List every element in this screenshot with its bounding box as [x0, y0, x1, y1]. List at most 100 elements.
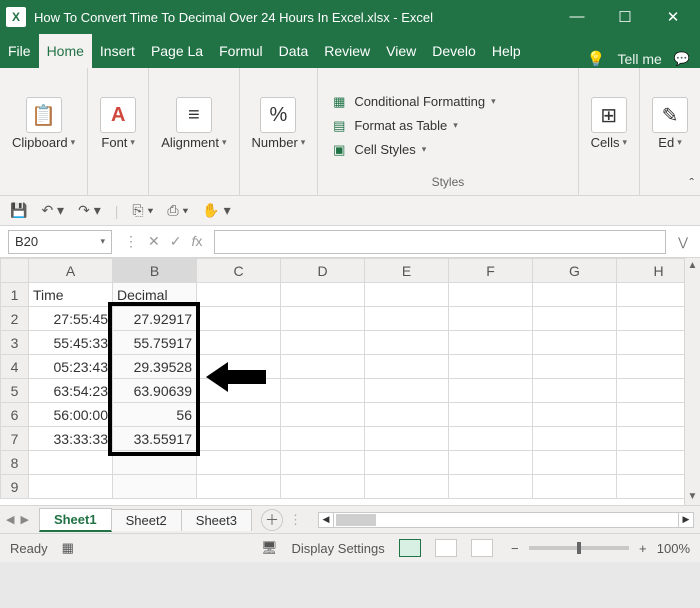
cell[interactable] [281, 451, 365, 475]
cell[interactable] [197, 427, 281, 451]
minimize-button[interactable]: — [562, 8, 592, 26]
col-header-g[interactable]: G [533, 259, 617, 283]
display-settings-icon[interactable]: 🖥 [261, 540, 278, 556]
cell[interactable] [449, 379, 533, 403]
cell[interactable] [449, 475, 533, 499]
cell[interactable] [365, 403, 449, 427]
cell[interactable] [197, 283, 281, 307]
cell[interactable] [113, 451, 197, 475]
tab-formulas[interactable]: Formul [211, 34, 271, 68]
cell[interactable] [533, 427, 617, 451]
cell[interactable] [533, 451, 617, 475]
cell[interactable] [197, 403, 281, 427]
cell[interactable]: 55.75917 [113, 331, 197, 355]
accept-formula-icon[interactable]: ✓ [170, 233, 182, 250]
cell[interactable] [29, 451, 113, 475]
name-box[interactable]: B20 ▾ [8, 230, 112, 254]
row-header[interactable]: 2 [1, 307, 29, 331]
cell[interactable] [365, 283, 449, 307]
cell[interactable]: 27:55:45 [29, 307, 113, 331]
row-header[interactable]: 5 [1, 379, 29, 403]
add-sheet-button[interactable]: ＋ [261, 509, 283, 531]
cells-button[interactable]: ⊞ Cells▾ [587, 95, 631, 152]
cell[interactable] [449, 427, 533, 451]
cell[interactable] [197, 475, 281, 499]
cell[interactable] [281, 379, 365, 403]
accessibility-icon[interactable]: ▦ [62, 540, 74, 556]
cell[interactable]: 63.90639 [113, 379, 197, 403]
row-header[interactable]: 7 [1, 427, 29, 451]
col-header-d[interactable]: D [281, 259, 365, 283]
scroll-left-button[interactable]: ◀ [318, 512, 334, 528]
cell[interactable] [281, 331, 365, 355]
sheet-tab-more[interactable]: ⋮ [289, 512, 302, 528]
undo-icon[interactable]: ↶ ▾ [41, 202, 64, 219]
zoom-slider[interactable] [529, 546, 629, 550]
cell[interactable] [197, 451, 281, 475]
cell[interactable] [533, 475, 617, 499]
cell[interactable]: 63:54:23 [29, 379, 113, 403]
tab-file[interactable]: File [0, 34, 39, 68]
paste-button[interactable]: 📋 Clipboard▾ [8, 95, 79, 152]
cell[interactable]: 56:00:00 [29, 403, 113, 427]
redo-icon[interactable]: ↷ ▾ [78, 202, 101, 219]
zoom-value[interactable]: 100% [657, 541, 690, 556]
editing-button[interactable]: ✎ Ed▾ [648, 95, 692, 152]
close-button[interactable]: ✕ [658, 8, 688, 26]
sheet-tab-1[interactable]: Sheet1 [39, 508, 112, 532]
tab-help[interactable]: Help [484, 34, 529, 68]
cell[interactable] [281, 283, 365, 307]
maximize-button[interactable]: ☐ [610, 8, 640, 26]
cell[interactable] [449, 283, 533, 307]
cell[interactable] [113, 475, 197, 499]
format-as-table-button[interactable]: ▤ Format as Table ▾ [326, 116, 462, 136]
cell[interactable]: Decimal [113, 283, 197, 307]
vertical-scrollbar[interactable]: ▲ ▼ [684, 258, 700, 505]
zoom-out-button[interactable]: − [507, 541, 523, 556]
cell[interactable] [365, 379, 449, 403]
cell[interactable] [281, 307, 365, 331]
tab-review[interactable]: Review [316, 34, 378, 68]
col-header-f[interactable]: F [449, 259, 533, 283]
row-header[interactable]: 9 [1, 475, 29, 499]
row-header[interactable]: 1 [1, 283, 29, 307]
sheet-nav-prev[interactable]: ◀ [6, 513, 14, 526]
col-header-a[interactable]: A [29, 259, 113, 283]
sheet-tab-2[interactable]: Sheet2 [111, 509, 182, 531]
cell[interactable]: 29.39528 [113, 355, 197, 379]
sheet-nav-next[interactable]: ▶ [20, 513, 28, 526]
zoom-in-button[interactable]: + [635, 541, 651, 556]
cell[interactable] [449, 451, 533, 475]
cell[interactable] [449, 331, 533, 355]
row-header[interactable]: 4 [1, 355, 29, 379]
cell[interactable]: 33:33:33 [29, 427, 113, 451]
cell[interactable] [365, 451, 449, 475]
cell[interactable] [365, 355, 449, 379]
view-page-break-button[interactable] [471, 539, 493, 557]
cell[interactable] [281, 403, 365, 427]
cell[interactable]: 05:23:43 [29, 355, 113, 379]
cell[interactable] [197, 331, 281, 355]
number-button[interactable]: % Number▾ [248, 95, 310, 152]
cell[interactable] [533, 283, 617, 307]
cell[interactable] [365, 475, 449, 499]
cell[interactable] [365, 331, 449, 355]
col-header-e[interactable]: E [365, 259, 449, 283]
qat-button-1[interactable]: ⎘ ▾ [132, 202, 153, 219]
cell[interactable] [197, 307, 281, 331]
sheet-tab-3[interactable]: Sheet3 [181, 509, 252, 531]
tab-page-layout[interactable]: Page La [143, 34, 211, 68]
cell[interactable] [449, 403, 533, 427]
display-settings-label[interactable]: Display Settings [292, 541, 385, 556]
view-normal-button[interactable] [399, 539, 421, 557]
tab-developer[interactable]: Develo [424, 34, 484, 68]
cell[interactable] [533, 379, 617, 403]
cell[interactable]: 27.92917 [113, 307, 197, 331]
font-button[interactable]: A Font▾ [96, 95, 140, 152]
row-header[interactable]: 6 [1, 403, 29, 427]
scroll-thumb[interactable] [336, 514, 376, 526]
qat-button-2[interactable]: ⎙ ▾ [167, 202, 188, 219]
formula-input[interactable] [214, 230, 666, 254]
scroll-right-button[interactable]: ▶ [678, 512, 694, 528]
tellme-icon[interactable]: 💡 [587, 50, 606, 68]
